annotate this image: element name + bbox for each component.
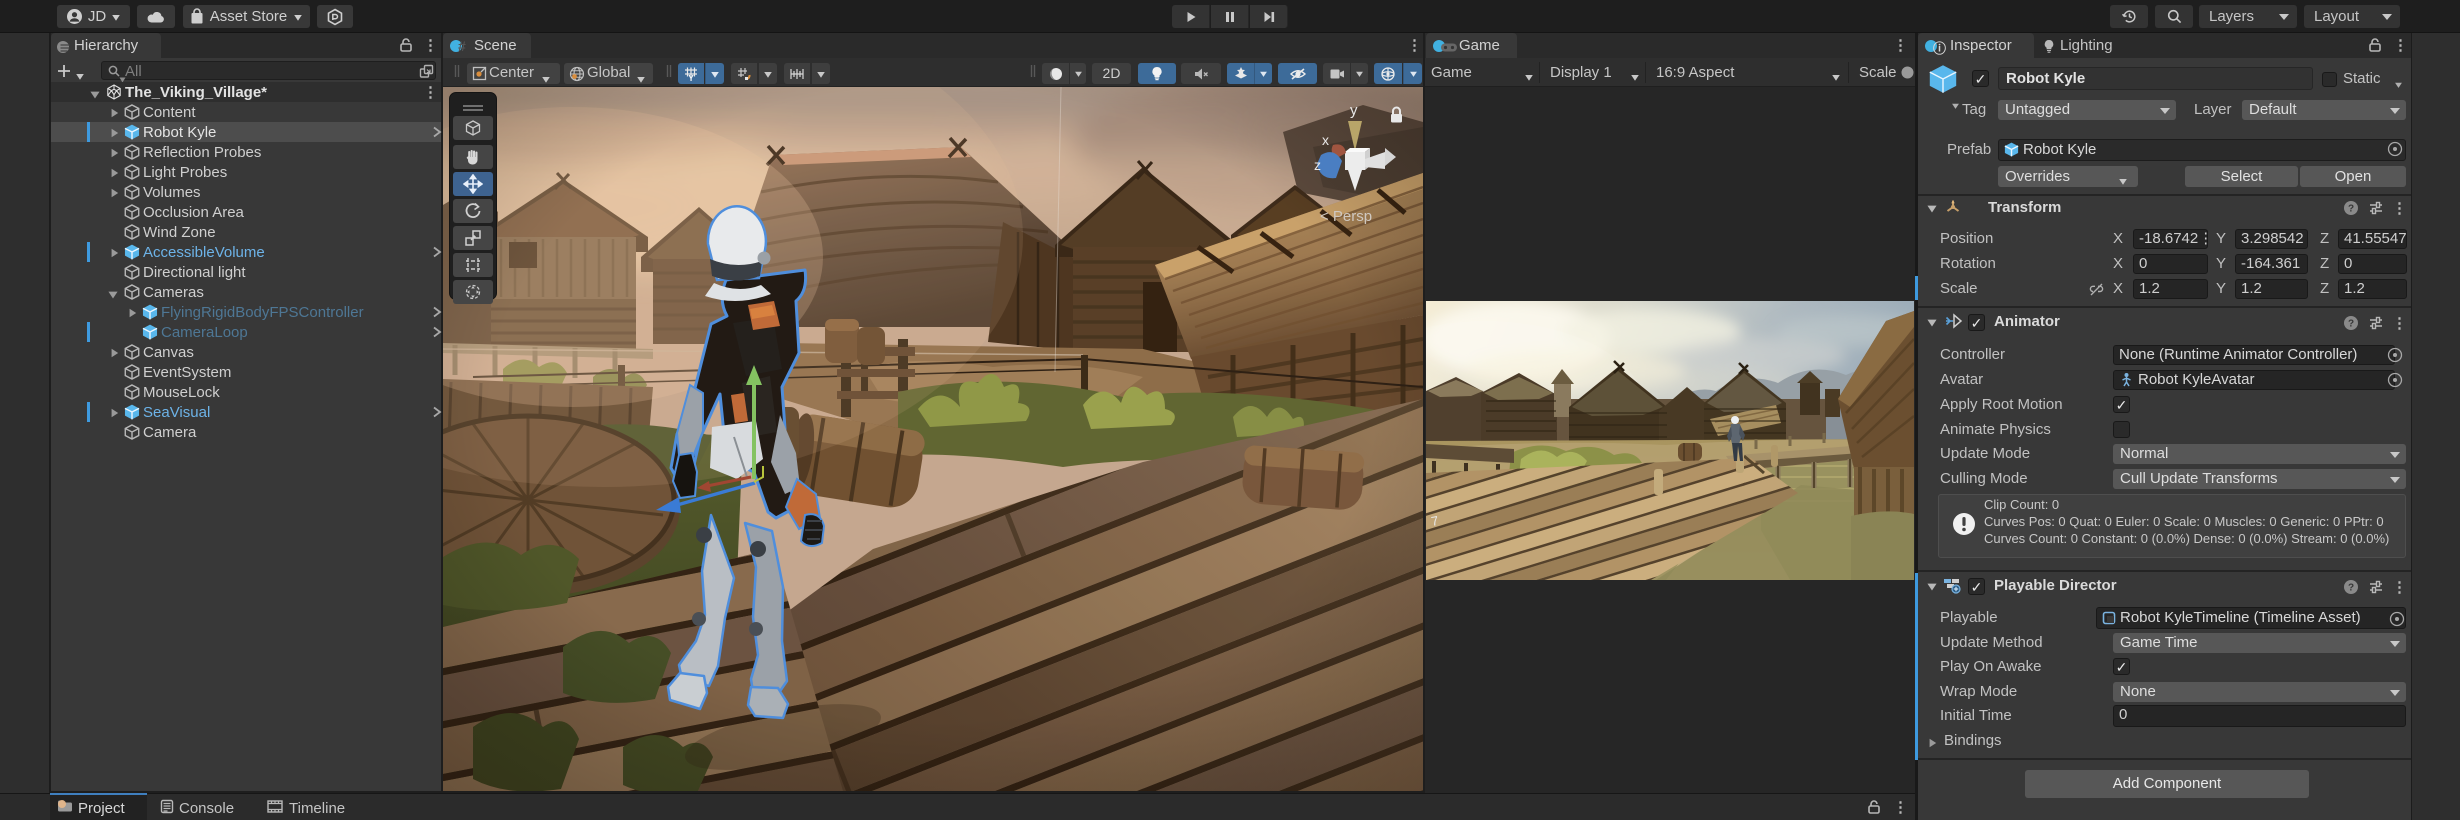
svg-text:?: ? [2348, 204, 2354, 215]
svg-text:?: ? [2348, 583, 2354, 594]
svg-text:Y: Y [688, 74, 694, 82]
svg-text:y: y [1350, 102, 1358, 119]
svg-text:x: x [1322, 132, 1329, 148]
svg-text:z: z [1314, 157, 1321, 173]
svg-text:?: ? [2348, 319, 2354, 330]
